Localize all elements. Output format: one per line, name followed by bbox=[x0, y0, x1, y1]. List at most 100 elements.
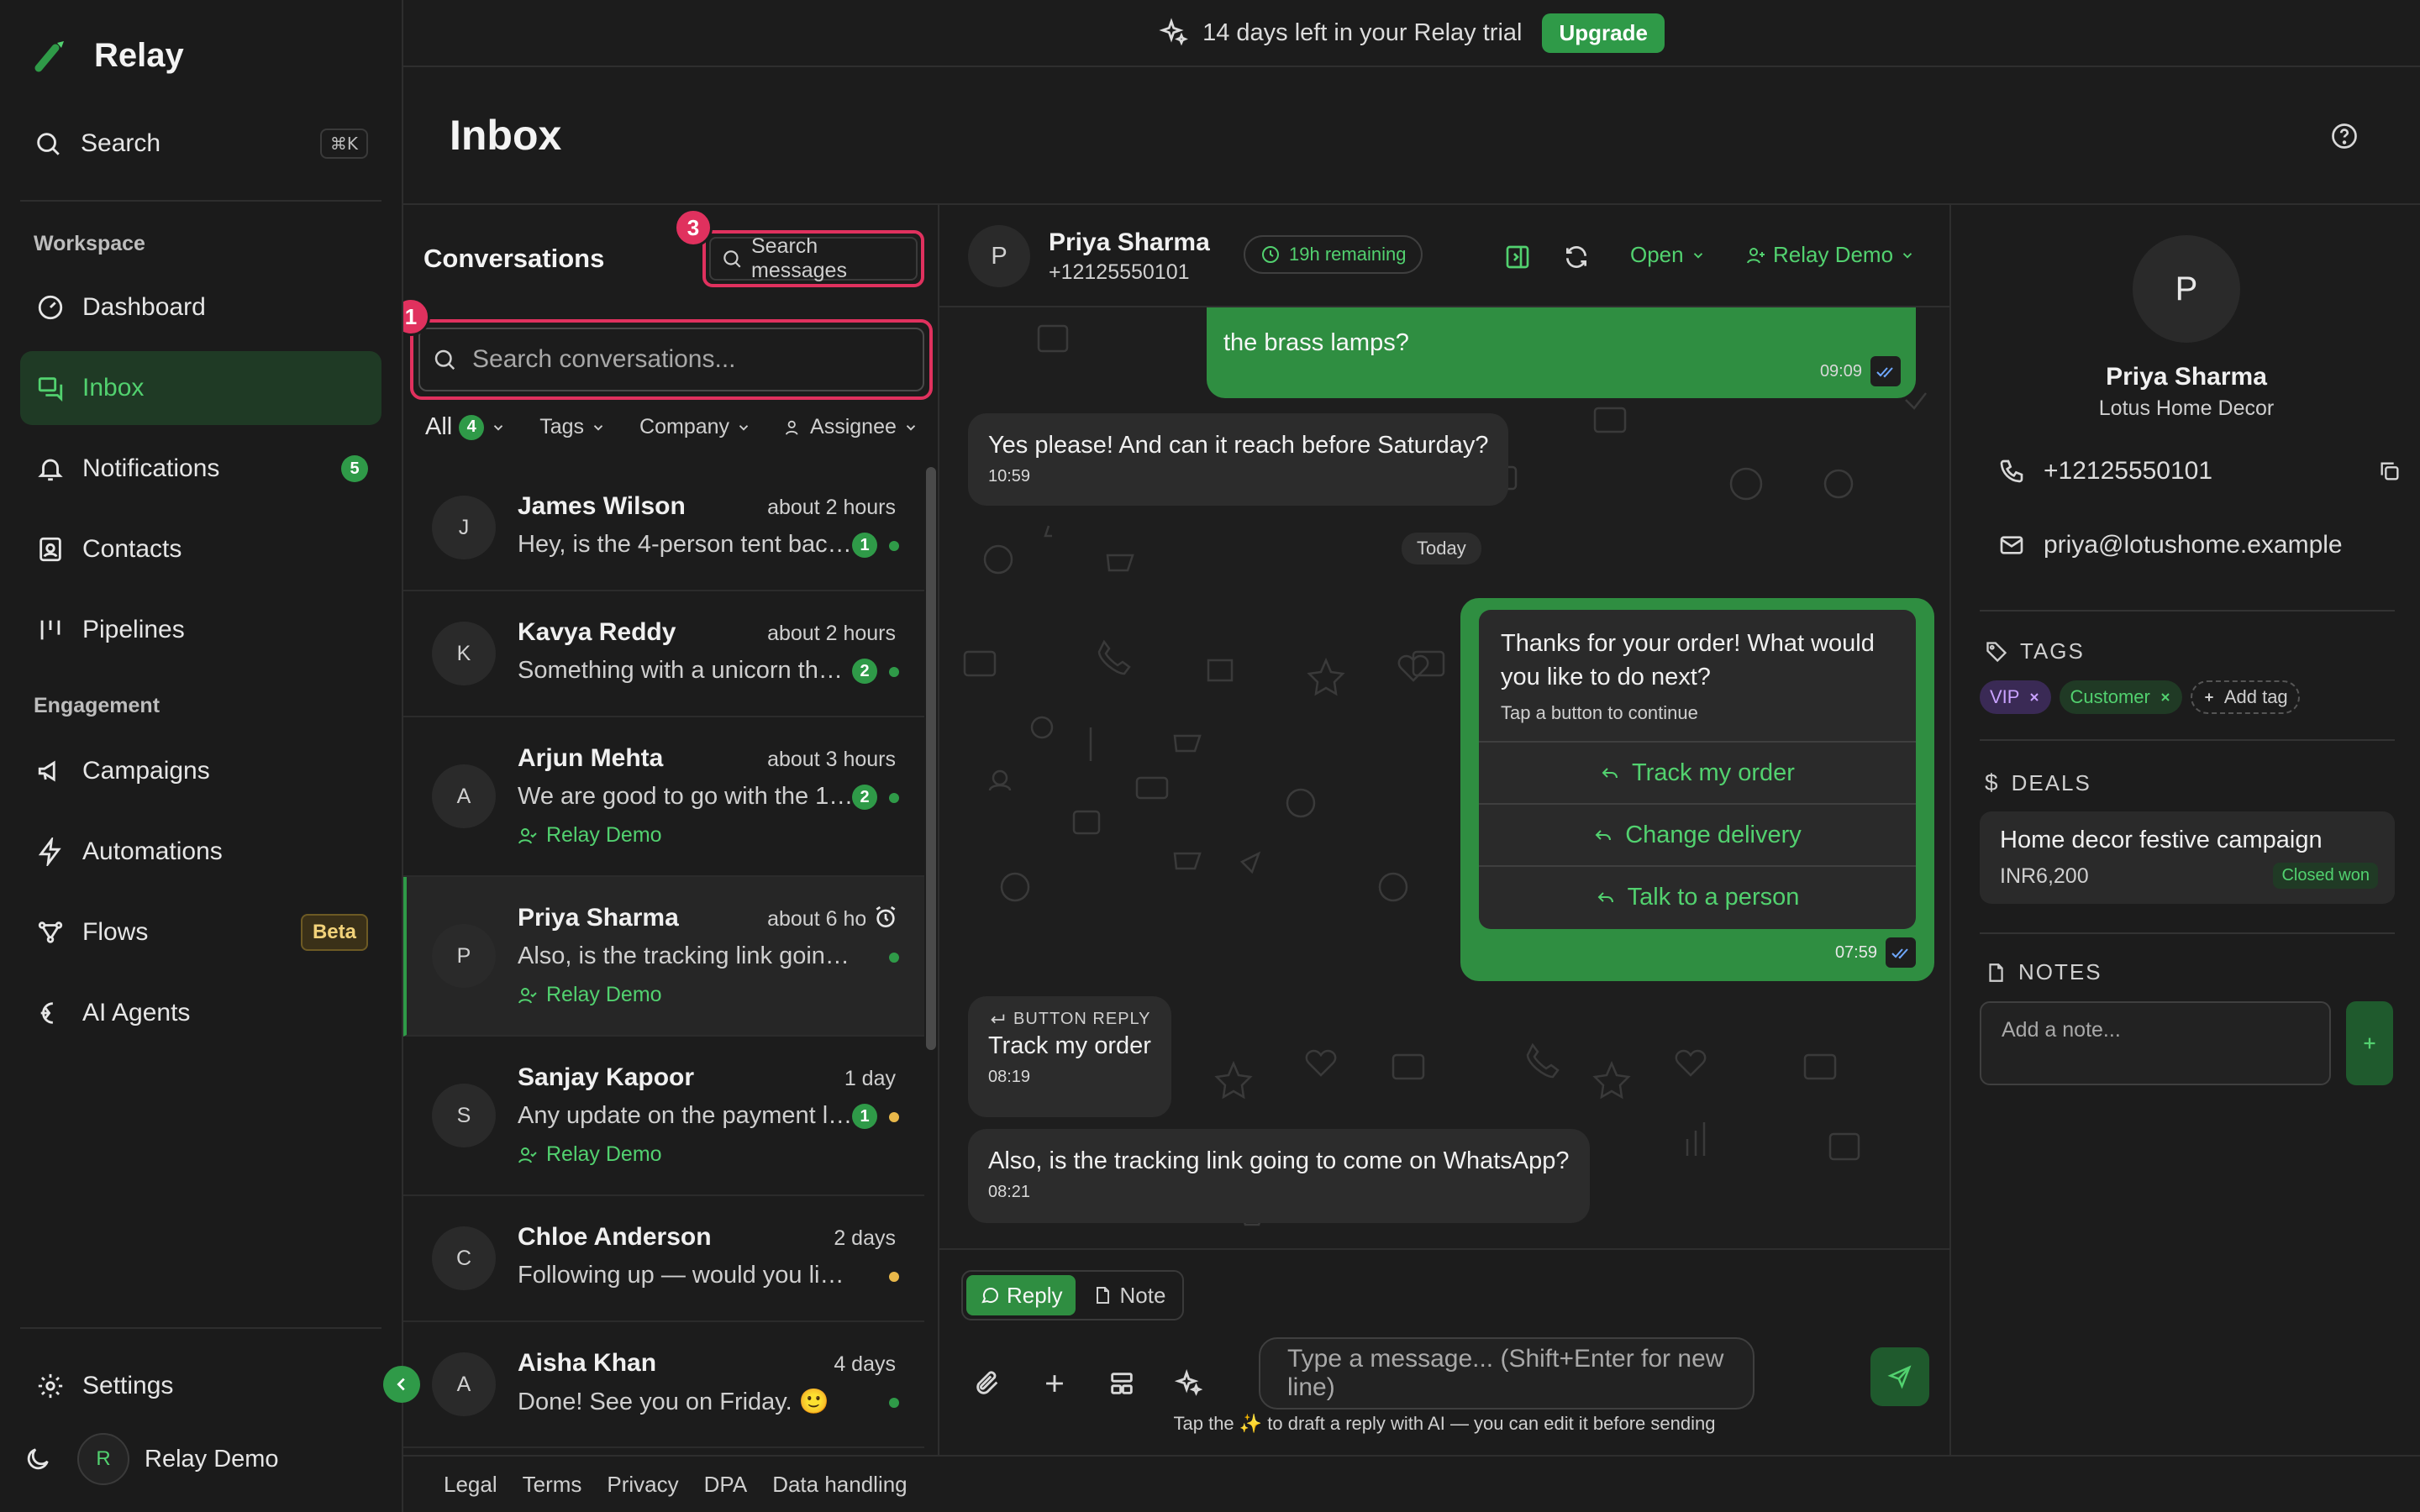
plus-icon[interactable] bbox=[1040, 1369, 1069, 1398]
close-icon[interactable] bbox=[2159, 690, 2172, 704]
add-tag-button[interactable]: Add tag bbox=[2190, 680, 2300, 714]
tag-vip[interactable]: VIP bbox=[1980, 680, 2052, 714]
send-icon bbox=[1887, 1364, 1912, 1389]
conversation-item[interactable]: S Sanjay Kapoor 1 day Any update on the … bbox=[403, 1037, 924, 1196]
copy-icon[interactable] bbox=[2378, 459, 2402, 483]
message-time: 09:09 bbox=[1819, 361, 1862, 381]
message-input[interactable]: Type a message... (Shift+Enter for new l… bbox=[1259, 1337, 1754, 1410]
footer-link-data-handling[interactable]: Data handling bbox=[772, 1472, 907, 1498]
message-input-placeholder: Type a message... (Shift+Enter for new l… bbox=[1287, 1345, 1724, 1401]
sidebar-item-label: AI Agents bbox=[82, 999, 191, 1026]
conversation-item[interactable]: A Arjun Mehta about 3 hours We are good … bbox=[403, 717, 924, 877]
alarm-clock-icon bbox=[872, 904, 899, 931]
footer-link-dpa[interactable]: DPA bbox=[704, 1472, 748, 1498]
conversation-item[interactable]: K Kavya Reddy about 2 hours Something wi… bbox=[403, 591, 924, 717]
conversation-item[interactable]: J James Wilson about 2 hours Hey, is the… bbox=[403, 465, 924, 591]
quick-reply-track-order[interactable]: Track my order bbox=[1479, 741, 1916, 803]
sidebar-search[interactable]: Search ⌘K bbox=[20, 118, 381, 170]
sidebar-item-inbox[interactable]: Inbox bbox=[20, 351, 381, 425]
composer-tools bbox=[973, 1369, 1203, 1398]
conversations-heading: Conversations bbox=[424, 244, 605, 273]
conversation-item[interactable]: C Chloe Anderson 2 days Following up — w… bbox=[403, 1196, 924, 1322]
sidebar-item-pipelines[interactable]: Pipelines bbox=[20, 593, 381, 667]
conversation-item-selected[interactable]: P Priya Sharma about 6 hours Also, is th… bbox=[403, 877, 924, 1037]
filter-tags[interactable]: Tags bbox=[539, 415, 606, 439]
brand[interactable]: Relay bbox=[34, 37, 184, 75]
footer-link-privacy[interactable]: Privacy bbox=[607, 1472, 678, 1498]
reply-arrow-icon bbox=[1593, 825, 1613, 845]
contact-name: James Wilson bbox=[518, 492, 686, 520]
ai-sparkle-icon[interactable] bbox=[1175, 1369, 1203, 1398]
note-input[interactable]: Add a note... bbox=[1980, 1001, 2331, 1085]
tag-customer[interactable]: Customer bbox=[2060, 680, 2182, 714]
search-messages-button[interactable]: Search messages bbox=[702, 230, 924, 287]
footer-link-legal[interactable]: Legal bbox=[444, 1472, 497, 1498]
message-bubble-outgoing[interactable]: the brass lamps? 09:09 bbox=[1207, 307, 1916, 398]
conversation-scrollbar[interactable] bbox=[926, 467, 936, 1050]
sidebar-item-automations[interactable]: Automations bbox=[20, 815, 381, 889]
filter-all[interactable]: All 4 bbox=[425, 413, 506, 441]
double-check-icon bbox=[1886, 937, 1916, 968]
tags-heading: TAGS bbox=[1985, 638, 2085, 664]
tag-list: VIP Customer Add tag bbox=[1980, 680, 2300, 714]
double-check-icon bbox=[1870, 356, 1901, 386]
quick-reply-change-delivery[interactable]: Change delivery bbox=[1479, 803, 1916, 865]
footer-link-terms[interactable]: Terms bbox=[523, 1472, 582, 1498]
conversation-item[interactable]: A Aisha Khan 4 days Done! See you on Fri… bbox=[403, 1322, 924, 1448]
user-menu[interactable]: R Relay Demo bbox=[24, 1433, 279, 1485]
refresh-button[interactable] bbox=[1560, 240, 1593, 274]
quick-reply-talk-to-person[interactable]: Talk to a person bbox=[1479, 865, 1916, 927]
upgrade-button[interactable]: Upgrade bbox=[1542, 13, 1665, 53]
tab-note[interactable]: Note bbox=[1079, 1275, 1179, 1315]
sidebar-item-campaigns[interactable]: Campaigns bbox=[20, 734, 381, 808]
contact-details-panel: P Priya Sharma Lotus Home Decor +1212555… bbox=[1949, 203, 2420, 1455]
notes-heading: NOTES bbox=[1985, 959, 2102, 985]
contact-name: Priya Sharma bbox=[518, 904, 679, 932]
filter-assignee[interactable]: Assignee bbox=[785, 415, 918, 439]
status-dot bbox=[889, 793, 899, 803]
sidebar-item-ai-agents[interactable]: AI Agents bbox=[20, 976, 381, 1050]
sidebar-item-contacts[interactable]: Contacts bbox=[20, 512, 381, 586]
sidebar-item-flows[interactable]: Flows Beta bbox=[20, 895, 381, 969]
divider bbox=[1980, 610, 2395, 612]
divider bbox=[20, 1327, 381, 1329]
message-thread[interactable]: the brass lamps? 09:09 Yes please! And c… bbox=[939, 307, 1949, 1248]
message-meta: 09:09 bbox=[1820, 356, 1901, 386]
tag-label: VIP bbox=[1990, 686, 2020, 707]
send-button[interactable] bbox=[1870, 1347, 1929, 1406]
search-icon bbox=[432, 347, 457, 372]
template-icon[interactable] bbox=[1107, 1369, 1136, 1398]
search-input[interactable]: Search conversations... bbox=[418, 328, 924, 391]
add-note-button[interactable] bbox=[2346, 1001, 2393, 1085]
message-bubble-incoming[interactable]: Yes please! And can it reach before Satu… bbox=[968, 413, 1509, 506]
moon-icon[interactable] bbox=[24, 1445, 52, 1473]
deal-card[interactable]: Home decor festive campaign INR6,200 Clo… bbox=[1980, 811, 2395, 904]
filter-company[interactable]: Company bbox=[639, 415, 751, 439]
toggle-panel-button[interactable] bbox=[1501, 240, 1534, 274]
avatar: K bbox=[432, 622, 496, 685]
sidebar-item-settings[interactable]: Settings bbox=[20, 1349, 381, 1423]
unread-count: 2 bbox=[852, 659, 877, 684]
tab-reply[interactable]: Reply bbox=[966, 1275, 1076, 1315]
assignee-name: Relay Demo bbox=[546, 823, 662, 847]
conversation-time: 2 days bbox=[834, 1226, 896, 1250]
search-icon bbox=[721, 248, 743, 270]
status-dropdown[interactable]: Open bbox=[1630, 242, 1706, 268]
close-icon[interactable] bbox=[2028, 690, 2041, 704]
tab-label: Note bbox=[1119, 1282, 1166, 1308]
deals-heading: $ DEALS bbox=[1985, 769, 2091, 796]
composer-hint: Tap the ✨ to draft a reply with AI — you… bbox=[1173, 1413, 1716, 1434]
contact-name: Sanjay Kapoor bbox=[518, 1063, 695, 1091]
message-bubble-incoming[interactable]: Also, is the tracking link going to come… bbox=[968, 1129, 1590, 1223]
paperclip-icon[interactable] bbox=[973, 1369, 1002, 1398]
snooze-button[interactable] bbox=[865, 897, 906, 937]
message-bubble-button-reply[interactable]: BUTTON REPLY Track my order 08:19 bbox=[968, 996, 1171, 1117]
plus-icon bbox=[2360, 1034, 2379, 1053]
sidebar-item-notifications[interactable]: Notifications 5 bbox=[20, 432, 381, 506]
sidebar-item-dashboard[interactable]: Dashboard bbox=[20, 270, 381, 344]
sidebar-item-label: Notifications bbox=[82, 454, 220, 482]
assignee-dropdown[interactable]: Relay Demo bbox=[1746, 242, 1915, 268]
help-icon[interactable] bbox=[2329, 121, 2360, 151]
notification-count-badge: 5 bbox=[341, 455, 368, 482]
avatar: P bbox=[2133, 235, 2240, 343]
